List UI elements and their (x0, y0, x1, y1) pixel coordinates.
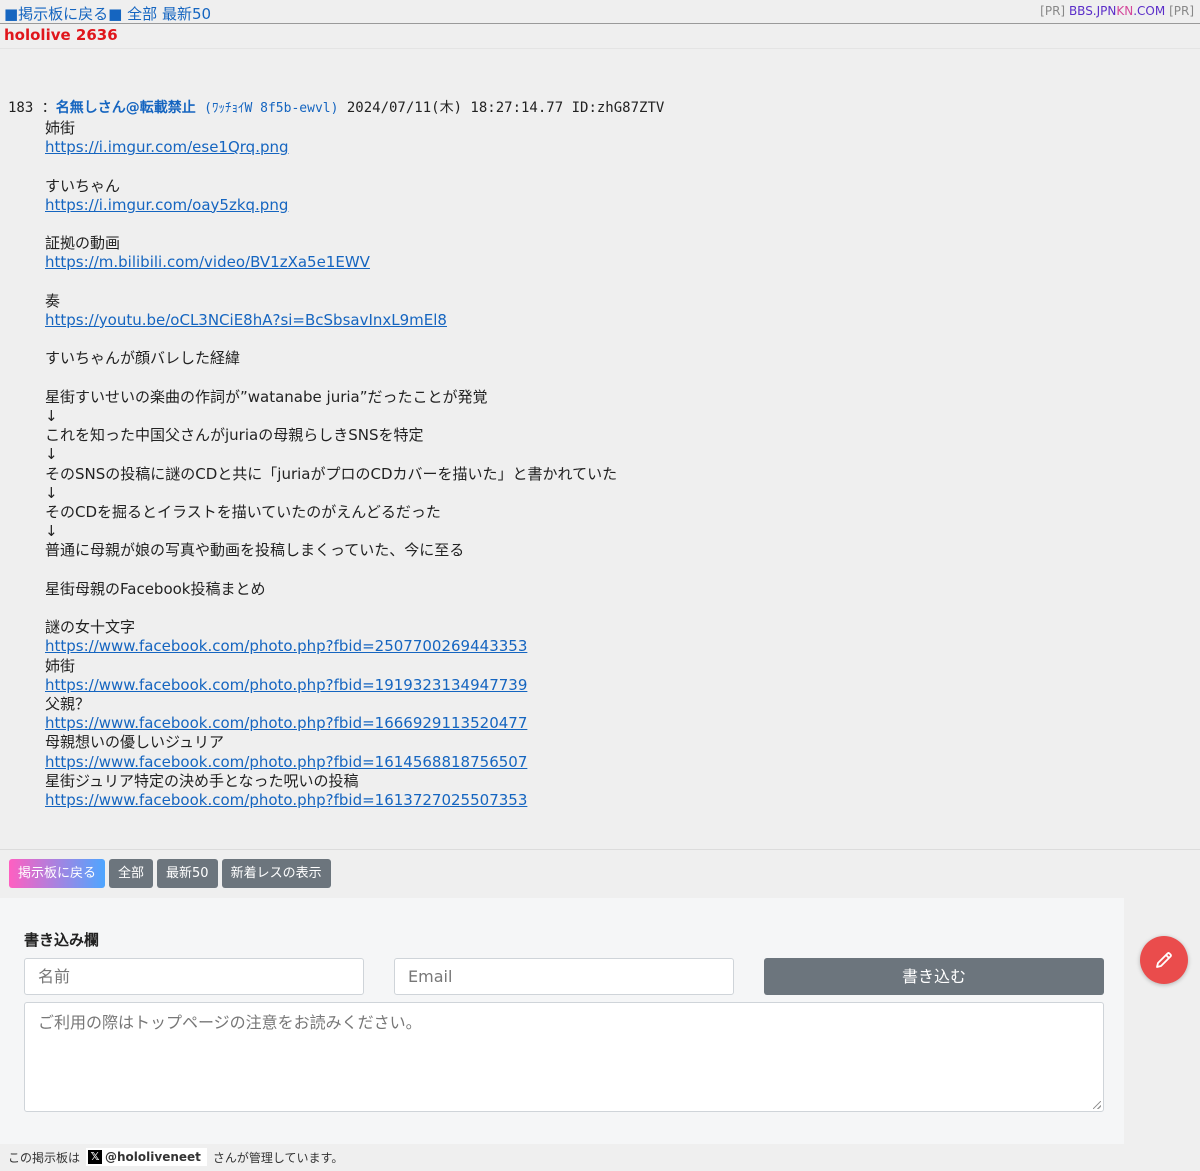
post-link[interactable]: https://www.facebook.com/photo.php?fbid=… (45, 753, 527, 771)
message-placeholder: ご利用の際はトップページの注意をお読みください。 (38, 1013, 422, 1032)
poster-trip: (ﾜｯﾁｮｲW 8f5b-ewvl) (204, 101, 339, 116)
admin-handle: @hololiveneet (105, 1150, 201, 1164)
back-to-board-link[interactable]: ■掲示板に戻る■ (4, 5, 122, 23)
pr-label-left: [PR] (1040, 4, 1066, 18)
post-line: https://i.imgur.com/oay5zkq.png (45, 196, 1188, 215)
show-new-replies-button[interactable]: 新着レスの表示 (221, 859, 331, 888)
poster-id[interactable]: ID:zhG87ZTV (572, 100, 665, 116)
pr-domain-part: .COM (1133, 4, 1166, 18)
post-text-line: ↓ (45, 406, 58, 425)
reply-form: 書き込み欄 名前 Email 書き込む ご利用の際はトップページの注意をお読みく… (0, 898, 1124, 1144)
pr-domain-link[interactable]: BBS.JPNKN.COM (1069, 4, 1165, 18)
all-posts-button[interactable]: 全部 (109, 859, 154, 888)
post-text-line: そのSNSの投稿に謎のCDと共に「juriaがプロのCDカバーを描いた」と書かれ… (45, 464, 618, 483)
all-posts-link[interactable]: 全部 (127, 5, 157, 23)
name-input[interactable]: 名前 (24, 958, 364, 995)
post-line: https://www.facebook.com/photo.php?fbid=… (45, 791, 1188, 810)
post-link[interactable]: https://www.facebook.com/photo.php?fbid=… (45, 791, 527, 809)
post-line: https://i.imgur.com/ese1Qrq.png (45, 138, 1188, 157)
post-text-line: 星街ジュリア特定の決め手となった呪いの投稿 (45, 771, 359, 790)
post-text-line: 父親？ (45, 694, 91, 713)
pr-domain-part: BBS.JPN (1068, 4, 1117, 18)
pencil-icon (1156, 952, 1172, 968)
post-text-line: 証拠の動画 (45, 234, 121, 253)
footer-prefix: この掲示板は (8, 1150, 81, 1165)
post-line: https://www.facebook.com/photo.php?fbid=… (45, 753, 1188, 772)
post-text-line: 奏 (45, 291, 61, 310)
post-text-line: すいちゃん (45, 176, 121, 195)
post: 183 ：名無しさん@転載禁止 (ﾜｯﾁｮｲW 8f5b-ewvl) 2024/… (8, 98, 1188, 810)
compose-fab-button[interactable] (1140, 936, 1188, 984)
post-text-line: 星街母親のFacebook投稿まとめ (45, 579, 266, 598)
post-link[interactable]: https://www.facebook.com/photo.php?fbid=… (45, 676, 527, 694)
email-input[interactable]: Email (394, 958, 734, 995)
post-link[interactable]: https://www.facebook.com/photo.php?fbid=… (45, 714, 527, 732)
admin-x-link[interactable]: 𝕏 @hololiveneet (86, 1148, 207, 1166)
post-number[interactable]: 183 (8, 100, 33, 116)
post-separator: ： (41, 100, 56, 116)
thread-nav-buttons: 掲示板に戻る 全部 最新50 新着レスの表示 (9, 859, 331, 888)
x-logo-icon: 𝕏 (88, 1150, 103, 1164)
pr-banner: [PR] BBS.JPNKN.COM [PR] (1040, 4, 1194, 18)
top-nav: ■掲示板に戻る■ 全部 最新50 (4, 3, 211, 24)
post-text-line: すいちゃんが顔バレした経緯 (45, 349, 241, 368)
message-textarea[interactable]: ご利用の際はトップページの注意をお読みください。 (24, 1002, 1104, 1112)
post-header: 183 ：名無しさん@転載禁止 (ﾜｯﾁｮｲW 8f5b-ewvl) 2024/… (8, 98, 1188, 119)
latest-50-link[interactable]: 最新50 (162, 5, 211, 23)
post-text-line: 星街すいせいの楽曲の作詞が”watanabe juria”だったことが発覚 (45, 387, 488, 406)
back-to-board-button[interactable]: 掲示板に戻る (9, 859, 106, 888)
latest-50-button[interactable]: 最新50 (157, 859, 218, 888)
post-datetime: 2024/07/11(木) 18:27:14.77 (346, 100, 564, 116)
post-line: https://m.bilibili.com/video/BV1zXa5e1EW… (45, 253, 1188, 272)
post-text-line: 母親想いの優しいジュリア (45, 733, 224, 752)
footer: この掲示板は 𝕏 @hololiveneet さんが管理しています。 (8, 1148, 343, 1166)
board-title: hololive 2636 (4, 26, 118, 44)
post-link[interactable]: https://www.facebook.com/photo.php?fbid=… (45, 637, 527, 655)
post-link[interactable]: https://i.imgur.com/ese1Qrq.png (45, 138, 289, 156)
post-text-line: 普通に母親が娘の写真や動画を投稿しまくっていた、今に至る (45, 541, 465, 560)
post-text-line: これを知った中国父さんがjuriaの母親らしきSNSを特定 (45, 426, 424, 445)
post-line: https://youtu.be/oCL3NCiE8hA?si=BcSbsavI… (45, 311, 1188, 330)
post-link[interactable]: https://i.imgur.com/oay5zkq.png (45, 196, 288, 214)
post-text-line: ↓ (45, 483, 58, 502)
pr-label-right: [PR] (1169, 4, 1194, 18)
top-bar: ■掲示板に戻る■ 全部 最新50 [PR] BBS.JPNKN.COM [PR] (0, 0, 1200, 24)
footer-suffix: さんが管理しています。 (212, 1150, 344, 1165)
post-text-line: ↓ (45, 522, 58, 541)
poster-name: 名無しさん@転載禁止 (55, 100, 196, 116)
divider (0, 48, 1200, 49)
divider (0, 849, 1200, 850)
post-text-line: 姉街 (45, 119, 76, 137)
post-text-line: ↓ (45, 445, 58, 464)
reply-form-title: 書き込み欄 (24, 931, 100, 949)
post-text-line: そのCDを掘るとイラストを描いていたのがえんどるだった (45, 502, 441, 521)
post-line: https://www.facebook.com/photo.php?fbid=… (45, 637, 1188, 656)
post-body: 姉街 https://i.imgur.com/ese1Qrq.png すいちゃん ht… (45, 119, 1188, 810)
resize-grip-icon[interactable] (1093, 1101, 1101, 1109)
post-link[interactable]: https://youtu.be/oCL3NCiE8hA?si=BcSbsavI… (45, 311, 447, 329)
post-text-line: 謎の女十文字 (45, 618, 136, 637)
post-line: https://www.facebook.com/photo.php?fbid=… (45, 714, 1188, 733)
pr-domain-part: KN (1116, 4, 1134, 18)
post-text-line: 姉街 (45, 656, 76, 675)
submit-post-button[interactable]: 書き込む (764, 958, 1104, 995)
post-line: https://www.facebook.com/photo.php?fbid=… (45, 676, 1188, 695)
post-link[interactable]: https://m.bilibili.com/video/BV1zXa5e1EW… (45, 253, 370, 271)
